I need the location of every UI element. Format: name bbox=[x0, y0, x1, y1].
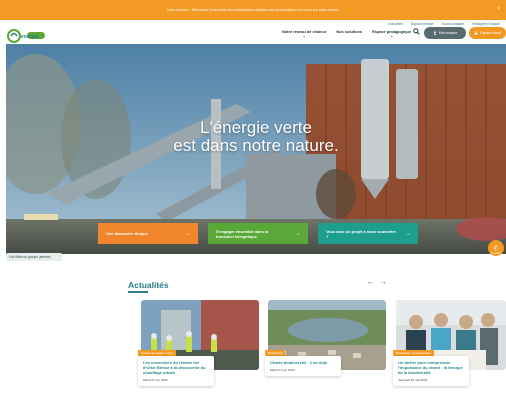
hero-title-line2: est dans notre nature. bbox=[173, 136, 339, 155]
news-card[interactable]: Biodiversité Charte biodiversité : 1 an … bbox=[265, 300, 386, 395]
chevron-down-icon: ⌄ bbox=[390, 34, 393, 38]
my-space-button[interactable]: Mon espace bbox=[424, 27, 466, 39]
news-card-body: Charte biodiversité : 1 an déjà Mardi 27… bbox=[265, 356, 341, 376]
news-card-body: Un atelier pour comprendre l'importance … bbox=[393, 356, 469, 386]
cta-ethics[interactable]: Une démarche éthique → bbox=[98, 223, 198, 244]
cta-project-label: Vous avez un projet à nous soumettre ? bbox=[326, 228, 396, 239]
close-icon[interactable]: × bbox=[497, 6, 500, 12]
news-card-date: Vendredi 26 mai 2023 bbox=[398, 378, 428, 382]
nav-label-solutions: Nos solutions bbox=[336, 29, 363, 34]
nav-item-solutions[interactable]: Nos solutions bbox=[336, 29, 362, 39]
arrow-right-icon: → bbox=[295, 230, 301, 237]
news-card-date: Mardi 27 juin 2023 bbox=[270, 368, 295, 372]
arrow-right-icon: → bbox=[185, 230, 191, 237]
contact-label: Contact bbox=[491, 251, 501, 255]
client-space-button[interactable]: Espace client bbox=[469, 27, 506, 39]
cta-transition-label: S'engager ensemble dans la transition én… bbox=[216, 228, 269, 239]
news-card-title: Les conseillers du réseau Val d'Orbe Bém… bbox=[143, 360, 206, 375]
news-card-body: Les conseillers du réseau Val d'Orbe Bém… bbox=[138, 356, 214, 386]
cta-ethics-label: Une démarche éthique bbox=[106, 231, 148, 236]
news-card[interactable]: Biodiversité, communication Un atelier p… bbox=[393, 300, 506, 395]
news-section-title: Actualités bbox=[128, 280, 169, 290]
site-logo[interactable]: energie bbox=[7, 29, 49, 43]
util-link-news[interactable]: Actualités bbox=[388, 22, 403, 26]
cta-transition[interactable]: S'engager ensemble dans la transition én… bbox=[208, 223, 308, 244]
my-space-label: Mon espace bbox=[438, 31, 458, 35]
nav-item-education[interactable]: Espace pédagogique ⌄ bbox=[372, 29, 411, 39]
util-link-jobs[interactable]: Rejoignez l'équipe bbox=[472, 22, 500, 26]
hero-title: L'énergie verte est dans notre nature. bbox=[6, 119, 506, 155]
client-space-label: Espace client bbox=[480, 31, 501, 35]
arrow-right-icon: → bbox=[405, 230, 411, 237]
news-card-title: Charte biodiversité : 1 an déjà bbox=[270, 360, 327, 365]
info-banner: Infos réseaux : Retrouvez l'ensemble des… bbox=[0, 0, 506, 20]
util-link-press[interactable]: Espace presse bbox=[411, 22, 433, 26]
logo-wordmark: energie bbox=[21, 34, 39, 40]
search-icon[interactable] bbox=[413, 28, 420, 37]
main-nav: Notre réseau de chaleur ⌄ Nos solutions … bbox=[282, 29, 411, 39]
news-card-date: Mardi 27 juin 2023 bbox=[143, 378, 168, 382]
arrow-right-icon[interactable]: → bbox=[380, 279, 387, 286]
news-card-title: Un atelier pour comprendre l'importance … bbox=[398, 360, 463, 375]
user-icon bbox=[433, 31, 437, 35]
info-banner-text: Infos réseaux : Retrouvez l'ensemble des… bbox=[167, 8, 339, 12]
news-card[interactable]: Réseau de chaleur urbain Les conseillers… bbox=[138, 300, 259, 395]
arrow-left-icon[interactable]: ← bbox=[367, 279, 374, 286]
lock-icon bbox=[475, 31, 478, 35]
util-link-contact[interactable]: Nous contacter bbox=[442, 22, 465, 26]
news-title-underline bbox=[128, 291, 148, 293]
group-select[interactable]: Voir filiale du groupe (interne) bbox=[6, 253, 62, 261]
group-select-label: Voir filiale du groupe (interne) bbox=[9, 255, 51, 259]
chevron-down-icon: ⌄ bbox=[302, 34, 306, 38]
hero-title-line1: L'énergie verte bbox=[200, 118, 312, 137]
cta-project[interactable]: Vous avez un projet à nous soumettre ? → bbox=[318, 223, 418, 244]
nav-item-network[interactable]: Notre réseau de chaleur ⌄ bbox=[282, 29, 326, 39]
